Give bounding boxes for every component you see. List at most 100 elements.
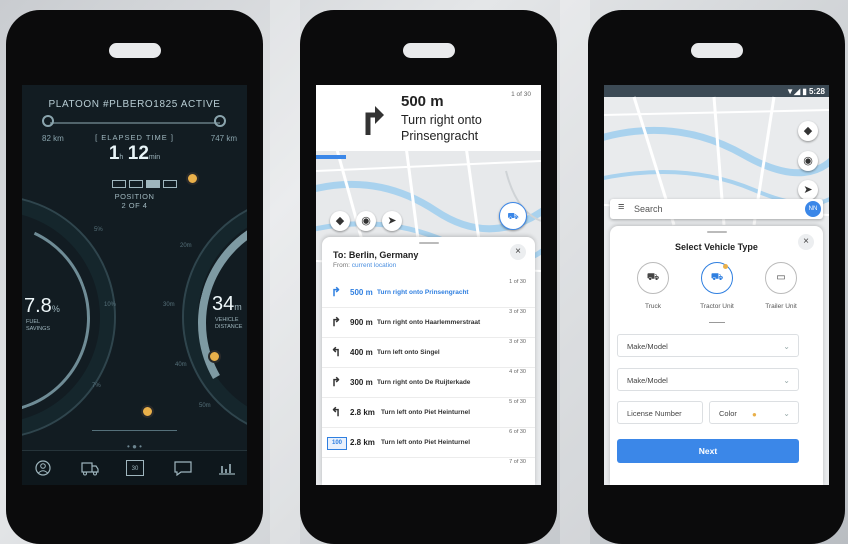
gauge-tick: 10% bbox=[104, 302, 117, 308]
position-indicator-dot[interactable] bbox=[186, 172, 199, 185]
platoon-truck-marker[interactable] bbox=[141, 405, 154, 418]
compass-icon: ➤ bbox=[803, 184, 813, 196]
gauge-tick: 7% bbox=[92, 383, 101, 389]
route-progress-track bbox=[50, 122, 220, 124]
vehicle-distance-caption: VEHICLE DISTANCE bbox=[215, 317, 243, 330]
vehicle-type-trailer-unit[interactable]: ▭ Trailer Unit bbox=[756, 262, 806, 310]
close-button[interactable]: × bbox=[798, 234, 814, 250]
step-counter: 7 of 30 bbox=[509, 459, 526, 465]
phone-speaker bbox=[108, 43, 161, 58]
direction-step[interactable]: ↰ 400 m Turn left onto Singel 3 of 30 bbox=[322, 337, 535, 368]
chevron-down-icon: ⌄ bbox=[783, 376, 790, 385]
search-bar[interactable]: ≡ Search NN bbox=[610, 199, 823, 219]
step-instruction: Turn right onto De Ruijterkade bbox=[377, 379, 471, 386]
step-distance: 400 m bbox=[350, 348, 373, 357]
status-bar: ▼◢ ▮ 5:28 bbox=[786, 87, 825, 96]
direction-step[interactable]: ↱ 900 m Turn right onto Haarlemmerstraat 3 … bbox=[322, 307, 535, 338]
chevron-down-icon: ⌄ bbox=[783, 409, 790, 418]
step-distance: 2.8 km bbox=[350, 438, 375, 447]
step-instruction: Turn left onto Piet Heinturnel bbox=[381, 409, 471, 416]
locate-button[interactable]: ◉ bbox=[356, 211, 376, 231]
chart-icon[interactable] bbox=[218, 460, 236, 476]
elapsed-time-value: 1h 12min bbox=[108, 143, 161, 164]
truck-icon[interactable] bbox=[81, 460, 99, 476]
locate-icon: ◉ bbox=[803, 155, 813, 167]
chat-icon[interactable] bbox=[174, 460, 192, 476]
fuel-savings-caption: FUEL SAVINGS bbox=[26, 319, 51, 332]
turn-distance: 500 m bbox=[401, 93, 444, 110]
turn-right-icon: ↱ bbox=[331, 375, 342, 389]
menu-icon[interactable]: ≡ bbox=[618, 201, 624, 213]
divider bbox=[709, 322, 725, 323]
chevron-down-icon: ⌄ bbox=[783, 342, 790, 351]
step-counter: 1 of 30 bbox=[511, 91, 531, 98]
tractor-unit-icon: ⛟ bbox=[701, 262, 733, 294]
platoon-dashboard-screen: PLATOON #PLBERO1825 ACTIVE 82 km 747 km … bbox=[22, 85, 247, 485]
gauge-tick: 50m bbox=[199, 403, 211, 409]
user-icon[interactable] bbox=[34, 460, 52, 476]
sheet-handle[interactable] bbox=[706, 231, 727, 233]
step-distance: 500 m bbox=[350, 288, 373, 297]
step-instruction: Turn left onto Piet Heinturnel bbox=[381, 439, 471, 446]
vehicle-type-button[interactable]: ⛟ bbox=[499, 202, 527, 230]
color-select[interactable]: Color ● ⌄ bbox=[709, 401, 799, 424]
sheet-handle[interactable] bbox=[418, 242, 439, 244]
step-counter: 6 of 30 bbox=[509, 429, 526, 435]
compass-icon: ➤ bbox=[387, 215, 397, 227]
directions-sheet: × To: Berlin, Germany From: current loca… bbox=[322, 237, 535, 485]
make-model-select[interactable]: Make/Model ⌄ bbox=[617, 334, 799, 357]
turn-instruction: Turn right onto Prinsengracht bbox=[401, 113, 482, 143]
highlight-dot: ● bbox=[752, 410, 757, 419]
highlight-dot bbox=[723, 264, 728, 269]
gauge-tick: 5% bbox=[94, 227, 103, 233]
platoon-title: PLATOON #PLBERO1825 ACTIVE bbox=[48, 99, 221, 110]
trailer-unit-icon: ▭ bbox=[765, 262, 797, 294]
truck-slot bbox=[129, 179, 143, 188]
locate-icon: ◉ bbox=[361, 215, 371, 227]
compass-button[interactable]: ➤ bbox=[382, 211, 402, 231]
avatar[interactable]: NN bbox=[805, 201, 821, 217]
select-vehicle-sheet: Select Vehicle Type × ⛟ Truck ⛟ Tractor … bbox=[610, 226, 823, 485]
turn-right-icon: ↱ bbox=[331, 315, 342, 329]
make-model-select-2[interactable]: Make/Model ⌄ bbox=[617, 368, 799, 391]
road-sign-icon: 100 bbox=[327, 437, 347, 450]
turn-instruction-banner[interactable]: 500 m Turn right onto Prinsengracht 1 of… bbox=[316, 85, 541, 151]
turn-right-icon: ↱ bbox=[331, 285, 342, 299]
step-instruction: Turn left onto Singel bbox=[377, 349, 440, 356]
direction-step[interactable]: ↱ 300 m Turn right onto De Ruijterkade 4 of… bbox=[322, 367, 535, 398]
step-counter: 3 of 30 bbox=[509, 339, 526, 345]
close-button[interactable]: × bbox=[510, 244, 526, 260]
search-input[interactable]: Search bbox=[634, 204, 663, 214]
destination-label: To: Berlin, Germany bbox=[333, 250, 419, 260]
compass-button[interactable]: ➤ bbox=[798, 180, 818, 200]
step-distance: 900 m bbox=[350, 318, 373, 327]
vehicle-distance-marker[interactable] bbox=[208, 350, 221, 363]
background-pillar bbox=[270, 0, 300, 544]
vehicle-distance-value: 34m bbox=[212, 293, 242, 315]
layers-button[interactable]: ◆ bbox=[330, 211, 350, 231]
direction-step[interactable]: ↰ 2.8 km Turn left onto Piet Heinturnel 5 o… bbox=[322, 397, 535, 428]
layers-button[interactable]: ◆ bbox=[798, 121, 818, 141]
license-number-input[interactable]: License Number bbox=[617, 401, 703, 424]
direction-step[interactable]: ↱ 500 m Turn right onto Prinsengracht 1 of … bbox=[322, 277, 535, 308]
vehicle-type-tractor-unit[interactable]: ⛟ Tractor Unit bbox=[692, 262, 742, 310]
vehicle-type-label: Trailer Unit bbox=[765, 303, 797, 310]
step-distance: 300 m bbox=[350, 378, 373, 387]
position-info: POSITION 2 OF 4 bbox=[114, 192, 155, 210]
vehicle-select-screen: ▼◢ ▮ 5:28 ◆ ◉ ➤ ≡ Search NN Select Vehic… bbox=[604, 85, 829, 485]
locate-button[interactable]: ◉ bbox=[798, 151, 818, 171]
step-counter: 5 of 30 bbox=[509, 399, 526, 405]
step-counter: 1 of 30 bbox=[509, 279, 526, 285]
vehicle-type-label: Truck bbox=[644, 303, 661, 310]
direction-step[interactable]: 100 2.8 km Turn left onto Piet Heinturnel 6… bbox=[322, 427, 535, 458]
truck-slot-current bbox=[146, 179, 160, 188]
phone-platoon-dashboard: PLATOON #PLBERO1825 ACTIVE 82 km 747 km … bbox=[6, 10, 263, 544]
turn-left-icon: ↰ bbox=[331, 405, 342, 419]
navigation-screen: 500 m Turn right onto Prinsengracht 1 of… bbox=[316, 85, 541, 485]
next-button[interactable]: Next bbox=[617, 439, 799, 463]
origin-label: From: current location bbox=[333, 262, 397, 269]
turn-left-icon: ↰ bbox=[331, 345, 342, 359]
vehicle-type-truck[interactable]: ⛟ Truck bbox=[628, 262, 678, 310]
direction-step[interactable]: 7 of 30 bbox=[322, 457, 535, 485]
calendar-icon[interactable]: 30 bbox=[126, 460, 144, 476]
